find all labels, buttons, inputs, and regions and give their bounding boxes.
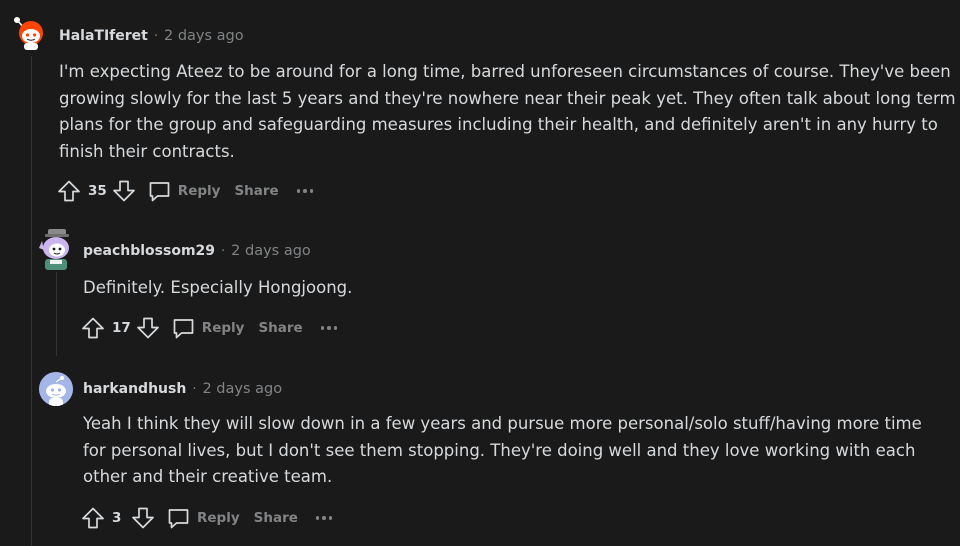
- more-dot-icon: [320, 326, 325, 330]
- more-dot-icon: [322, 516, 326, 520]
- more-dot-icon: [303, 189, 307, 193]
- user-avatar[interactable]: [13, 16, 47, 50]
- user-avatar[interactable]: [38, 229, 74, 270]
- username[interactable]: HalaTIferet: [59, 28, 148, 44]
- comment-line: finish their contracts.: [59, 141, 235, 161]
- downvote-arrow-icon: [132, 507, 154, 529]
- share-button[interactable]: Share: [234, 183, 278, 199]
- thread-line-child[interactable]: [56, 272, 57, 356]
- share-label: Share: [253, 510, 298, 526]
- vote-score: 35: [88, 183, 107, 199]
- share-label: Share: [234, 183, 279, 199]
- more-dot-icon: [309, 189, 314, 193]
- meta-separator: ·: [153, 29, 158, 44]
- reply-label: Reply: [197, 510, 240, 526]
- comment-bubble-icon: [168, 509, 189, 529]
- comment-actions: 3 Reply Share: [80, 505, 333, 531]
- comment-meta: HalaTIferet · 2 days ago: [59, 28, 244, 44]
- upvote-button[interactable]: [80, 315, 106, 341]
- comment-line: for personal lives, but I don't see them…: [83, 440, 916, 460]
- more-dot-icon: [327, 326, 331, 330]
- downvote-button[interactable]: [135, 315, 161, 341]
- comment-actions: 17 Reply Share: [80, 315, 338, 341]
- comment-body: Definitely. Especially Hongjoong.: [83, 275, 943, 302]
- snoo-default-blue-avatar-icon: [39, 372, 73, 406]
- comment-bubble-icon: [149, 182, 170, 202]
- meta-separator: ·: [221, 244, 226, 259]
- comment-line: plans for the group and safeguarding mea…: [59, 115, 938, 134]
- upvote-button[interactable]: [56, 178, 82, 204]
- upvote-arrow-icon: [58, 180, 80, 202]
- comment-bubble-icon: [173, 319, 194, 339]
- share-button[interactable]: Share: [258, 320, 302, 336]
- comment-line: Definitely. Especially Hongjoong.: [83, 278, 353, 297]
- downvote-button[interactable]: [130, 505, 156, 531]
- share-button[interactable]: Share: [254, 510, 298, 526]
- comment-actions: 35 Reply Share: [56, 178, 314, 204]
- reply-button[interactable]: Reply: [166, 506, 240, 530]
- meta-separator: ·: [192, 382, 197, 397]
- upvote-button[interactable]: [80, 505, 106, 531]
- thread-line-top[interactable]: [31, 56, 32, 546]
- upvote-arrow-icon: [82, 317, 104, 339]
- downvote-arrow-icon: [136, 317, 159, 339]
- reply-label: Reply: [201, 320, 245, 336]
- upvote-arrow-icon: [82, 507, 104, 529]
- snoo-red-antenna-avatar-icon: [14, 17, 43, 50]
- downvote-button[interactable]: [111, 178, 137, 204]
- reply-button[interactable]: Reply: [147, 179, 221, 203]
- more-dot-icon: [315, 516, 320, 520]
- comment-body: Yeah I think they will slow down in a fe…: [83, 411, 953, 491]
- more-dot-icon: [296, 189, 301, 193]
- vote-score: 3: [112, 510, 122, 526]
- more-options-button[interactable]: [315, 516, 333, 520]
- user-avatar[interactable]: [39, 372, 73, 406]
- more-options-button[interactable]: [320, 326, 338, 330]
- username[interactable]: peachblossom29: [83, 243, 215, 259]
- more-dot-icon: [333, 326, 338, 330]
- username[interactable]: harkandhush: [83, 381, 186, 397]
- comment-line: Yeah I think they will slow down in a fe…: [83, 414, 922, 433]
- comment-line: other and their creative team.: [83, 467, 333, 486]
- comment-body: I'm expecting Ateez to be around for a l…: [59, 59, 959, 165]
- vote-score: 17: [112, 320, 131, 336]
- comment-meta: harkandhush · 2 days ago: [83, 381, 282, 397]
- comment-line: I'm expecting Ateez to be around for a l…: [59, 62, 951, 81]
- timestamp[interactable]: 2 days ago: [231, 243, 311, 259]
- downvote-arrow-icon: [112, 180, 135, 202]
- share-label: Share: [258, 320, 303, 336]
- timestamp[interactable]: 2 days ago: [202, 381, 282, 397]
- timestamp[interactable]: 2 days ago: [164, 28, 244, 44]
- comment-line: growing slowly for the last 5 years and …: [59, 88, 956, 108]
- snoo-lavender-hat-avatar-icon: [39, 229, 69, 270]
- more-options-button[interactable]: [296, 189, 314, 193]
- reply-button[interactable]: Reply: [171, 316, 245, 340]
- reply-label: Reply: [177, 183, 221, 199]
- comment-meta: peachblossom29 · 2 days ago: [83, 243, 311, 259]
- more-dot-icon: [328, 516, 333, 520]
